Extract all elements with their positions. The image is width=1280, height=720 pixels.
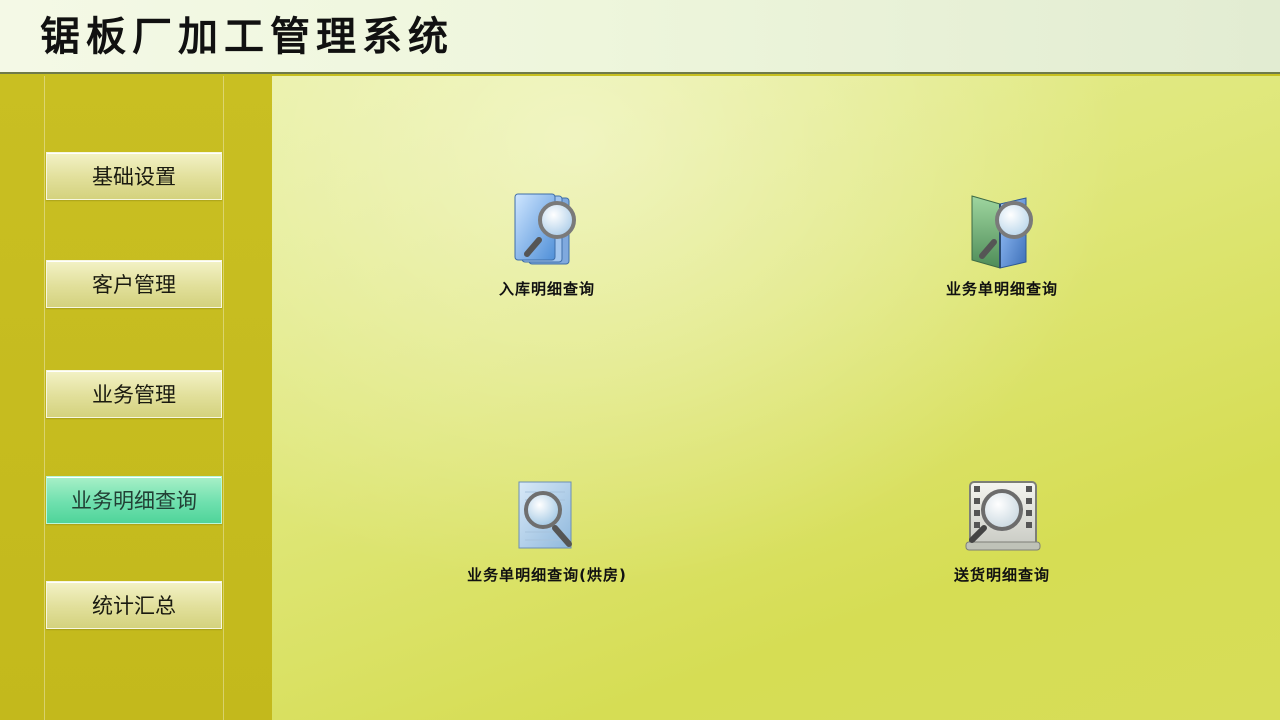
sidebar-item-label: 统计汇总: [92, 594, 176, 618]
sidebar-item-label: 业务明细查询: [71, 489, 197, 513]
app-title: 锯板厂加工管理系统: [40, 14, 454, 60]
sidebar-item-business-management[interactable]: 业务管理: [46, 370, 222, 418]
folder-magnifier-icon: [960, 190, 1044, 274]
document-magnifier-icon: [505, 476, 589, 560]
sidebar-item-customer-management[interactable]: 客户管理: [46, 260, 222, 308]
main-panel: 入库明细查询 业务单明细查询 业务单明细查询(烘房) 送货明细查询: [272, 76, 1280, 720]
tile-label: 送货明细查询: [953, 566, 1050, 584]
sidebar-item-statistics-summary[interactable]: 统计汇总: [46, 581, 222, 629]
tile-business-order-detail-query-drying[interactable]: 业务单明细查询(烘房): [447, 476, 647, 596]
tile-label: 业务单明细查询(烘房): [467, 566, 627, 584]
tile-label: 业务单明细查询: [945, 280, 1058, 298]
tile-business-order-detail-query[interactable]: 业务单明细查询: [902, 190, 1102, 310]
sidebar: 基础设置 客户管理 业务管理 业务明细查询 统计汇总: [0, 76, 272, 720]
sidebar-item-basic-settings[interactable]: 基础设置: [46, 152, 222, 200]
sidebar-item-label: 客户管理: [92, 273, 176, 297]
tile-delivery-detail-query[interactable]: 送货明细查询: [902, 476, 1102, 596]
app-header: 锯板厂加工管理系统: [0, 0, 1280, 74]
sidebar-item-label: 业务管理: [92, 383, 176, 407]
film-magnifier-icon: [960, 476, 1044, 560]
sidebar-item-business-detail-query[interactable]: 业务明细查询: [46, 476, 222, 524]
tile-label: 入库明细查询: [498, 280, 595, 298]
tile-inbound-detail-query[interactable]: 入库明细查询: [447, 190, 647, 310]
stacked-docs-magnifier-icon: [505, 190, 589, 274]
sidebar-item-label: 基础设置: [92, 165, 176, 189]
